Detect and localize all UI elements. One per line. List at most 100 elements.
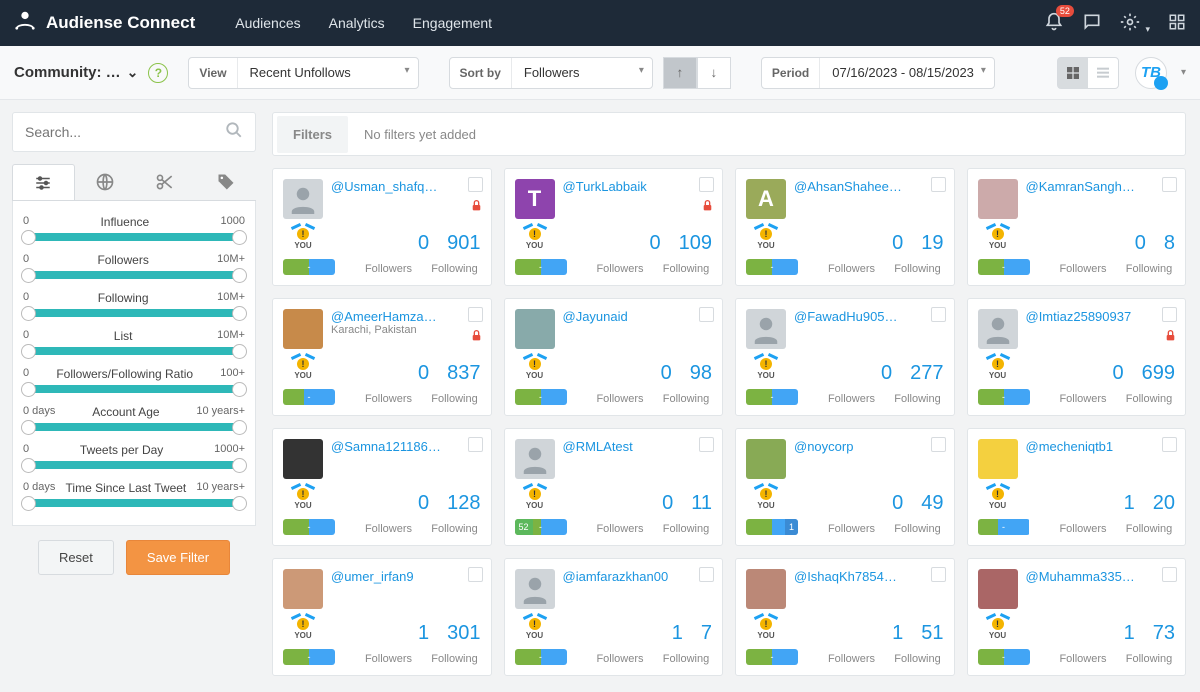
user-handle[interactable]: @iamfarazkhan00 xyxy=(563,569,669,584)
user-card[interactable]: @Samna12118605 !YOU 0 128 FollowersFollo… xyxy=(272,428,492,546)
slider-track[interactable] xyxy=(23,423,245,431)
filter-slider[interactable]: 0 daysTime Since Last Tweet10 years+ xyxy=(23,475,245,513)
select-checkbox[interactable] xyxy=(468,307,483,322)
user-card[interactable]: @KamranSanghar6 !YOU 0 8 FollowersFollow… xyxy=(967,168,1187,286)
nav-analytics[interactable]: Analytics xyxy=(329,15,385,31)
slider-track[interactable] xyxy=(23,271,245,279)
save-filter-button[interactable]: Save Filter xyxy=(126,540,230,575)
select-checkbox[interactable] xyxy=(1162,177,1177,192)
user-handle[interactable]: @umer_irfan9 xyxy=(331,569,414,584)
filter-tab-scissors-icon[interactable] xyxy=(135,164,196,200)
filters-label[interactable]: Filters xyxy=(277,116,348,153)
search-input[interactable] xyxy=(25,124,225,140)
search-icon[interactable] xyxy=(225,121,243,144)
search-box[interactable] xyxy=(12,112,256,152)
slider-track[interactable] xyxy=(23,385,245,393)
user-card[interactable]: @Imtiaz25890937 !YOU 0 699 FollowersFoll… xyxy=(967,298,1187,416)
select-checkbox[interactable] xyxy=(931,177,946,192)
select-checkbox[interactable] xyxy=(1162,437,1177,452)
filter-slider[interactable]: 0Followers/Following Ratio100+ xyxy=(23,361,245,399)
filter-tab-sliders-icon[interactable] xyxy=(12,164,75,200)
apps-icon[interactable] xyxy=(1168,13,1186,34)
user-card[interactable]: @Usman_shafqwat !YOU 0 901 FollowersFoll… xyxy=(272,168,492,286)
slider-name: Tweets per Day xyxy=(80,443,163,457)
user-card[interactable]: @noycorp !YOU 0 49 FollowersFollowing 1 xyxy=(735,428,955,546)
account-selector[interactable]: TB xyxy=(1135,57,1167,89)
list-view-icon[interactable] xyxy=(1088,58,1118,88)
user-handle[interactable]: @noycorp xyxy=(794,439,853,454)
sort-selector[interactable]: Sort by Followers xyxy=(449,57,653,89)
nav-audiences[interactable]: Audiences xyxy=(235,15,300,31)
select-checkbox[interactable] xyxy=(468,177,483,192)
user-card[interactable]: @RMLAtest !YOU 0 11 FollowersFollowing 5… xyxy=(504,428,724,546)
slider-max: 1000 xyxy=(221,215,245,229)
reset-button[interactable]: Reset xyxy=(38,540,114,575)
user-card[interactable]: T @TurkLabbaik !YOU 0 109 FollowersFollo… xyxy=(504,168,724,286)
slider-track[interactable] xyxy=(23,499,245,507)
user-handle[interactable]: @mecheniqtb1 xyxy=(1026,439,1114,454)
user-handle[interactable]: @Samna12118605 xyxy=(331,439,441,454)
filter-slider[interactable]: 0List10M+ xyxy=(23,323,245,361)
filter-tab-globe-icon[interactable] xyxy=(75,164,136,200)
user-handle[interactable]: @Usman_shafqwat xyxy=(331,179,441,194)
slider-track[interactable] xyxy=(23,461,245,469)
user-card[interactable]: @mecheniqtb1 !YOU 1 20 FollowersFollowin… xyxy=(967,428,1187,546)
select-checkbox[interactable] xyxy=(931,567,946,582)
user-handle[interactable]: @IshaqKh78541753 xyxy=(794,569,904,584)
user-handle[interactable]: @TurkLabbaik xyxy=(563,179,647,194)
select-checkbox[interactable] xyxy=(468,437,483,452)
chevron-down-icon[interactable]: ▾ xyxy=(1181,67,1186,78)
twitter-badge-icon xyxy=(1154,76,1168,90)
period-selector[interactable]: Period 07/16/2023 - 08/15/2023 xyxy=(761,57,995,89)
user-handle[interactable]: @AmeerHamza479 xyxy=(331,309,441,324)
select-checkbox[interactable] xyxy=(1162,567,1177,582)
user-card[interactable]: @IshaqKh78541753 !YOU 1 51 FollowersFoll… xyxy=(735,558,955,676)
user-card[interactable]: @FawadHu90596… !YOU 0 277 FollowersFollo… xyxy=(735,298,955,416)
user-card[interactable]: @Jayunaid !YOU 0 98 FollowersFollowing - xyxy=(504,298,724,416)
user-handle[interactable]: @RMLAtest xyxy=(563,439,633,454)
slider-track[interactable] xyxy=(23,309,245,317)
select-checkbox[interactable] xyxy=(468,567,483,582)
view-selector[interactable]: View Recent Unfollows xyxy=(188,57,418,89)
filter-slider[interactable]: 0Followers10M+ xyxy=(23,247,245,285)
select-checkbox[interactable] xyxy=(931,437,946,452)
ratio-bar: - xyxy=(283,389,335,405)
user-handle[interactable]: @Jayunaid xyxy=(563,309,628,324)
brand[interactable]: Audiense Connect xyxy=(14,9,195,37)
select-checkbox[interactable] xyxy=(1162,307,1177,322)
nav-engagement[interactable]: Engagement xyxy=(413,15,492,31)
filter-tab-tag-icon[interactable] xyxy=(196,164,257,200)
help-icon[interactable]: ? xyxy=(148,63,168,83)
select-checkbox[interactable] xyxy=(699,567,714,582)
user-handle[interactable]: @Imtiaz25890937 xyxy=(1026,309,1132,324)
select-checkbox[interactable] xyxy=(931,307,946,322)
user-handle[interactable]: @FawadHu90596… xyxy=(794,309,904,324)
user-card[interactable]: A @AhsanShaheen26 !YOU 0 19 FollowersFol… xyxy=(735,168,955,286)
followers-label: Followers xyxy=(363,263,415,275)
user-handle[interactable]: @AhsanShaheen26 xyxy=(794,179,904,194)
main-content: Filters No filters yet added ⋮ @Usman_sh… xyxy=(268,100,1200,692)
community-selector[interactable]: Community: … ⌄ xyxy=(14,64,138,81)
user-card[interactable]: @umer_irfan9 !YOU 1 301 FollowersFollowi… xyxy=(272,558,492,676)
user-card[interactable]: @iamfarazkhan00 !YOU 1 7 FollowersFollow… xyxy=(504,558,724,676)
slider-track[interactable] xyxy=(23,347,245,355)
select-checkbox[interactable] xyxy=(699,437,714,452)
user-handle[interactable]: @KamranSanghar6 xyxy=(1026,179,1136,194)
user-handle[interactable]: @Muhamma3359… xyxy=(1026,569,1136,584)
user-card[interactable]: @Muhamma3359… !YOU 1 73 FollowersFollowi… xyxy=(967,558,1187,676)
settings-icon[interactable]: ▾ xyxy=(1120,12,1150,35)
filter-slider[interactable]: 0Following10M+ xyxy=(23,285,245,323)
followers-count: 1 xyxy=(1124,492,1135,515)
select-checkbox[interactable] xyxy=(699,177,714,192)
grid-view-icon[interactable] xyxy=(1058,58,1088,88)
sort-asc-button[interactable]: ↑ xyxy=(663,57,697,89)
user-card[interactable]: @AmeerHamza479 Karachi, Pakistan !YOU 0 … xyxy=(272,298,492,416)
filter-slider[interactable]: 0 daysAccount Age10 years+ xyxy=(23,399,245,437)
slider-track[interactable] xyxy=(23,233,245,241)
filter-slider[interactable]: 0Tweets per Day1000+ xyxy=(23,437,245,475)
select-checkbox[interactable] xyxy=(699,307,714,322)
filter-slider[interactable]: 0Influence1000 xyxy=(23,209,245,247)
notifications-icon[interactable]: 52 xyxy=(1044,12,1064,35)
sort-desc-button[interactable]: ↓ xyxy=(697,57,731,89)
messages-icon[interactable] xyxy=(1082,12,1102,35)
